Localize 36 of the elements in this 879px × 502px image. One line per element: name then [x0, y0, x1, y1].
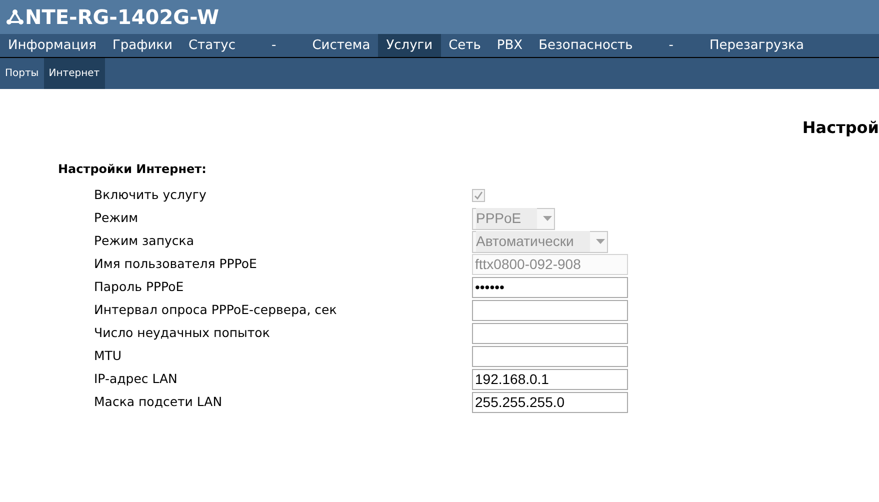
menu-tab[interactable]: Перезагрузка	[702, 34, 812, 57]
menu-tab[interactable]: Система	[304, 34, 378, 57]
menu-tab[interactable]: Услуги	[378, 34, 441, 57]
menu-tab[interactable]: Безопасность	[530, 34, 641, 57]
menu-tab[interactable]: Графики	[104, 34, 180, 57]
menu-tab[interactable]: Статус	[180, 34, 244, 57]
input-field[interactable]: 255.255.255.0	[472, 392, 628, 413]
input-field[interactable]: ••••••	[472, 277, 628, 298]
caret-icon	[596, 239, 605, 244]
field-label: Число неудачных попыток	[93, 324, 271, 342]
menu-tab[interactable]: Сеть	[440, 34, 489, 57]
field-label: Режим запуска	[93, 232, 195, 250]
device-title: NTE-RG-1402G-W	[25, 4, 220, 31]
menu-separator: -	[668, 36, 674, 55]
checkmark-icon	[474, 191, 483, 200]
field-label: Интервал опроса PPPoE-сервера, сек	[93, 301, 338, 320]
field-label: Пароль PPPoE	[93, 278, 185, 296]
field-label: Режим	[93, 209, 140, 228]
input-field[interactable]	[472, 323, 628, 344]
submenu-tab[interactable]: Интернет	[44, 58, 105, 89]
input-field[interactable]	[472, 346, 628, 367]
input-field[interactable]	[472, 300, 628, 321]
field-label: Имя пользователя PPPoE	[93, 255, 258, 274]
menu-tab[interactable]: Информация	[0, 34, 104, 57]
input-field[interactable]: 192.168.0.1	[472, 369, 628, 390]
logo-icon	[6, 9, 24, 25]
field-label: IP-адрес LAN	[93, 370, 178, 388]
page-title: Настрой	[802, 117, 879, 139]
field-label: Включить услугу	[93, 186, 208, 204]
submenu-tab[interactable]: Порты	[0, 58, 44, 89]
caret-icon	[543, 216, 552, 221]
section-heading: Настройки Интернет:	[58, 161, 208, 176]
field-label: MTU	[93, 347, 123, 366]
menu-separator: -	[270, 36, 278, 55]
menu-tab[interactable]: PBX	[488, 34, 531, 57]
field-label: Маска подсети LAN	[93, 393, 224, 412]
